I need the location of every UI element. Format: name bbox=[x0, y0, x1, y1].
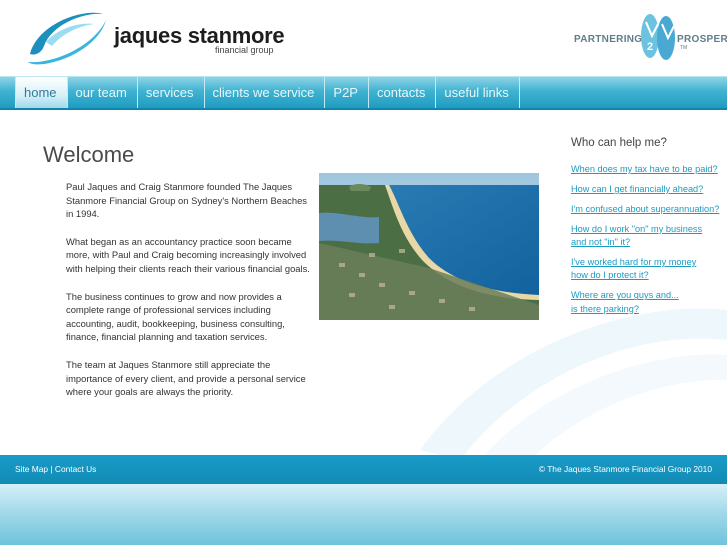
nav-item-services[interactable]: services bbox=[138, 77, 205, 108]
footer-links: Site Map | Contact Us bbox=[15, 464, 96, 474]
nav-item-useful-links[interactable]: useful links bbox=[436, 77, 520, 108]
swoosh-logo-icon bbox=[28, 12, 106, 65]
help-link-tax[interactable]: When does my tax have to be paid? bbox=[571, 163, 727, 176]
help-link-superannuation[interactable]: I'm confused about superannuation? bbox=[571, 203, 727, 216]
header: jaques stanmore financial group PARTNERI… bbox=[0, 0, 727, 76]
partner-trademark: TM bbox=[680, 45, 688, 51]
help-link-protect-money[interactable]: I've worked hard for my money how do I p… bbox=[571, 256, 727, 283]
welcome-paragraph: The team at Jaques Stanmore still apprec… bbox=[66, 358, 306, 398]
background-swoosh-graphic bbox=[420, 308, 727, 460]
footer-contact-link[interactable]: Contact Us bbox=[55, 464, 96, 474]
nav-item-our-team[interactable]: our team bbox=[68, 77, 138, 108]
help-link-business[interactable]: How do I work "on" my business and not "… bbox=[571, 223, 727, 250]
help-sidebar: Who can help me? When does my tax have t… bbox=[571, 137, 727, 323]
nav-item-home[interactable]: home bbox=[15, 77, 68, 108]
welcome-paragraph: The business continues to grow and now p… bbox=[66, 290, 285, 343]
footer-sitemap-link[interactable]: Site Map bbox=[15, 464, 48, 474]
footer: Site Map | Contact Us © The Jaques Stanm… bbox=[0, 455, 727, 484]
welcome-paragraph: What began as an accountancy practice so… bbox=[66, 235, 310, 274]
p2p-flipflop-icon: 2 bbox=[641, 14, 675, 60]
help-link-financially-ahead[interactable]: How can I get financially ahead? bbox=[571, 183, 727, 196]
page-title: Welcome bbox=[43, 142, 135, 167]
partner-text-left: PARTNERING bbox=[574, 34, 643, 45]
help-link-location-parking[interactable]: Where are you guys and... is there parki… bbox=[571, 289, 727, 316]
sidebar-title: Who can help me? bbox=[571, 137, 667, 149]
partner-text-right: PROSPER bbox=[677, 34, 727, 45]
bottom-decorative-band bbox=[0, 484, 727, 545]
footer-copyright: © The Jaques Stanmore Financial Group 20… bbox=[538, 464, 712, 474]
nav-item-clients-we-service[interactable]: clients we service bbox=[205, 77, 326, 108]
logo-tagline: financial group bbox=[215, 45, 274, 55]
partnering-prosper-logo[interactable]: PARTNERING 2 PROSPER TM bbox=[574, 12, 727, 64]
svg-text:2: 2 bbox=[647, 41, 653, 53]
footer-separator: | bbox=[50, 464, 53, 474]
beach-aerial-photo bbox=[319, 173, 539, 320]
nav-item-contacts[interactable]: contacts bbox=[369, 77, 437, 108]
main-nav: home our team services clients we servic… bbox=[0, 76, 727, 110]
welcome-paragraph: Paul Jaques and Craig Stanmore founded T… bbox=[66, 181, 307, 220]
nav-item-p2p[interactable]: P2P bbox=[325, 77, 369, 108]
company-logo[interactable]: jaques stanmore financial group bbox=[24, 6, 285, 68]
beach-photo-image bbox=[319, 173, 539, 320]
welcome-content: Paul Jaques and Craig Stanmore founded T… bbox=[66, 180, 310, 413]
